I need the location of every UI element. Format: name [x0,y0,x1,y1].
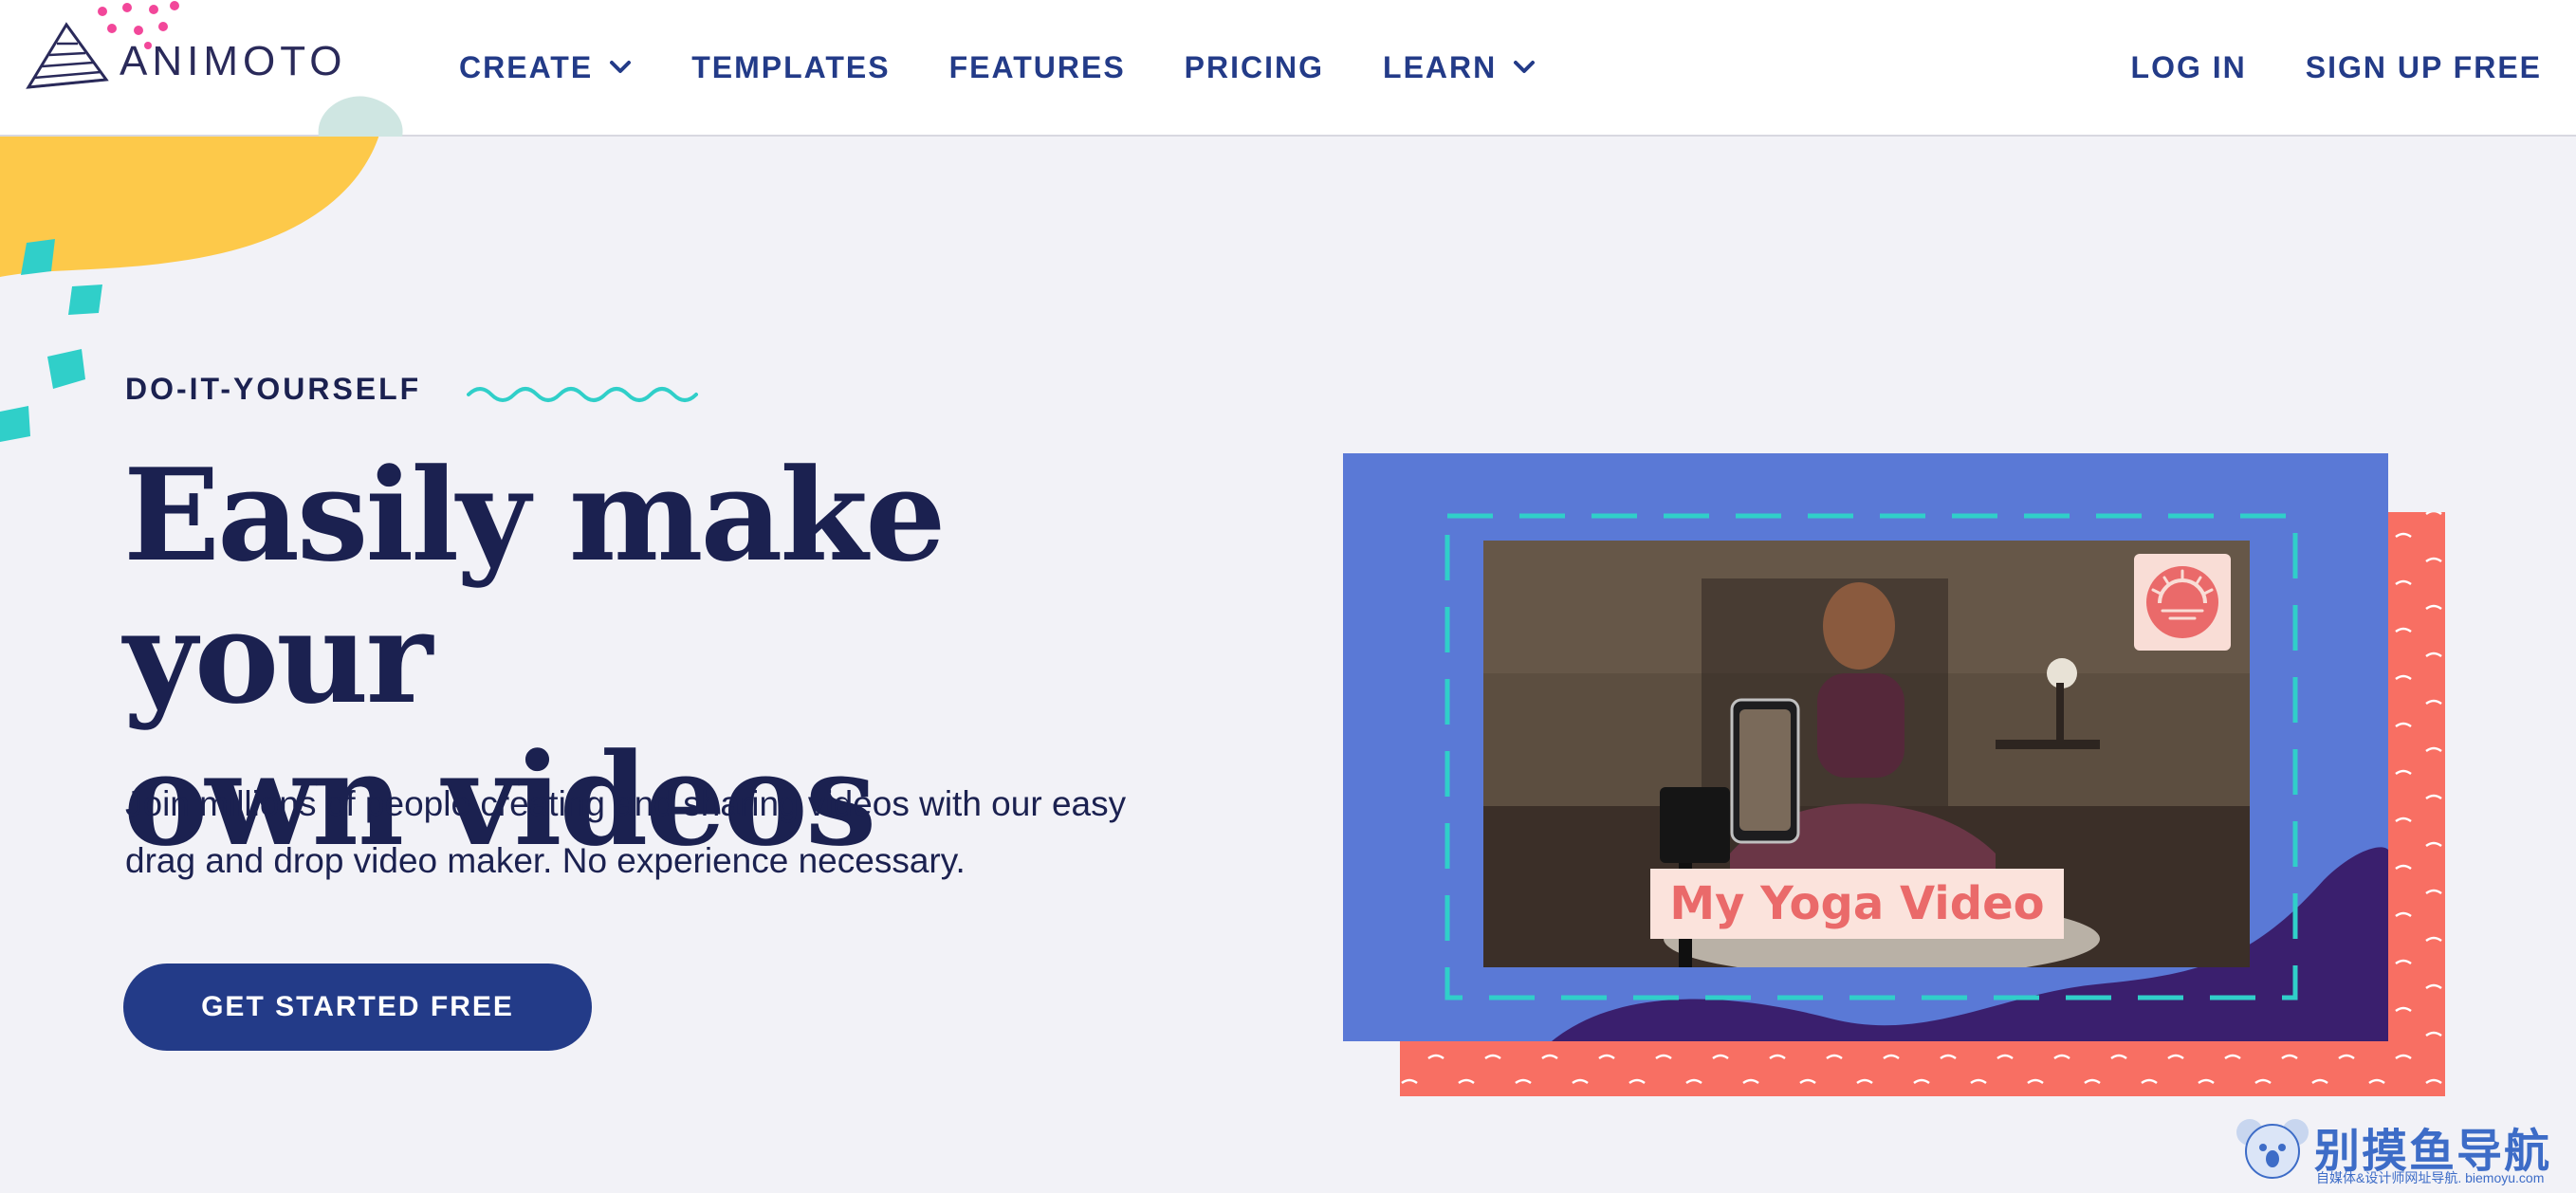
eyebrow-label: DO-IT-YOURSELF [125,372,422,406]
get-started-free-button[interactable]: GET STARTED FREE [123,964,592,1051]
chevron-down-icon [1514,61,1536,73]
mint-blob-decoration [318,96,403,137]
nav-learn[interactable]: LEARN [1383,50,1536,85]
sign-up-free-link[interactable]: SIGN UP FREE [2306,50,2542,85]
teal-wave-decoration [467,387,698,402]
nav-features[interactable]: FEATURES [949,50,1126,85]
nav-pricing-label: PRICING [1184,49,1325,84]
video-title-overlay: My Yoga Video [1650,869,2064,939]
hero-description: Join millions of people creating and sha… [125,776,1263,890]
chevron-down-icon [610,61,632,73]
log-in-label: LOG IN [2130,49,2247,84]
sign-up-free-label: SIGN UP FREE [2305,49,2542,84]
hero-illustration: My Yoga Video [1337,453,2456,1117]
sunrise-logo-badge [2134,554,2231,651]
nav-create-label: CREATE [459,49,594,84]
koala-mascot-icon [2236,1119,2309,1179]
nav-templates-label: TEMPLATES [691,49,891,84]
nav-features-label: FEATURES [948,49,1126,84]
account-nav: LOG IN SIGN UP FREE [2072,0,2542,135]
log-in-link[interactable]: LOG IN [2131,50,2247,85]
headline-line-1: Easily make your [123,440,946,732]
nav-templates[interactable]: TEMPLATES [691,50,890,85]
primary-nav: CREATE TEMPLATES FEATURES PRICING LEARN [459,0,1595,135]
watermark-subtitle: 自媒体&设计师网址导航. biemoyu.com [2316,1170,2545,1185]
hero-description-line-1: Join millions of people creating and sha… [125,784,1127,823]
hero-description-line-2: drag and drop video maker. No experience… [125,841,966,880]
nav-create[interactable]: CREATE [459,50,633,85]
nav-pricing[interactable]: PRICING [1185,50,1324,85]
teal-brush-strokes-decoration [0,239,102,442]
nav-learn-label: LEARN [1383,49,1498,84]
sunrise-icon [2146,566,2218,638]
confetti-dots-decoration [98,1,179,49]
site-watermark: 别摸鱼导航 自媒体&设计师网址导航. biemoyu.com [2235,1111,2557,1187]
